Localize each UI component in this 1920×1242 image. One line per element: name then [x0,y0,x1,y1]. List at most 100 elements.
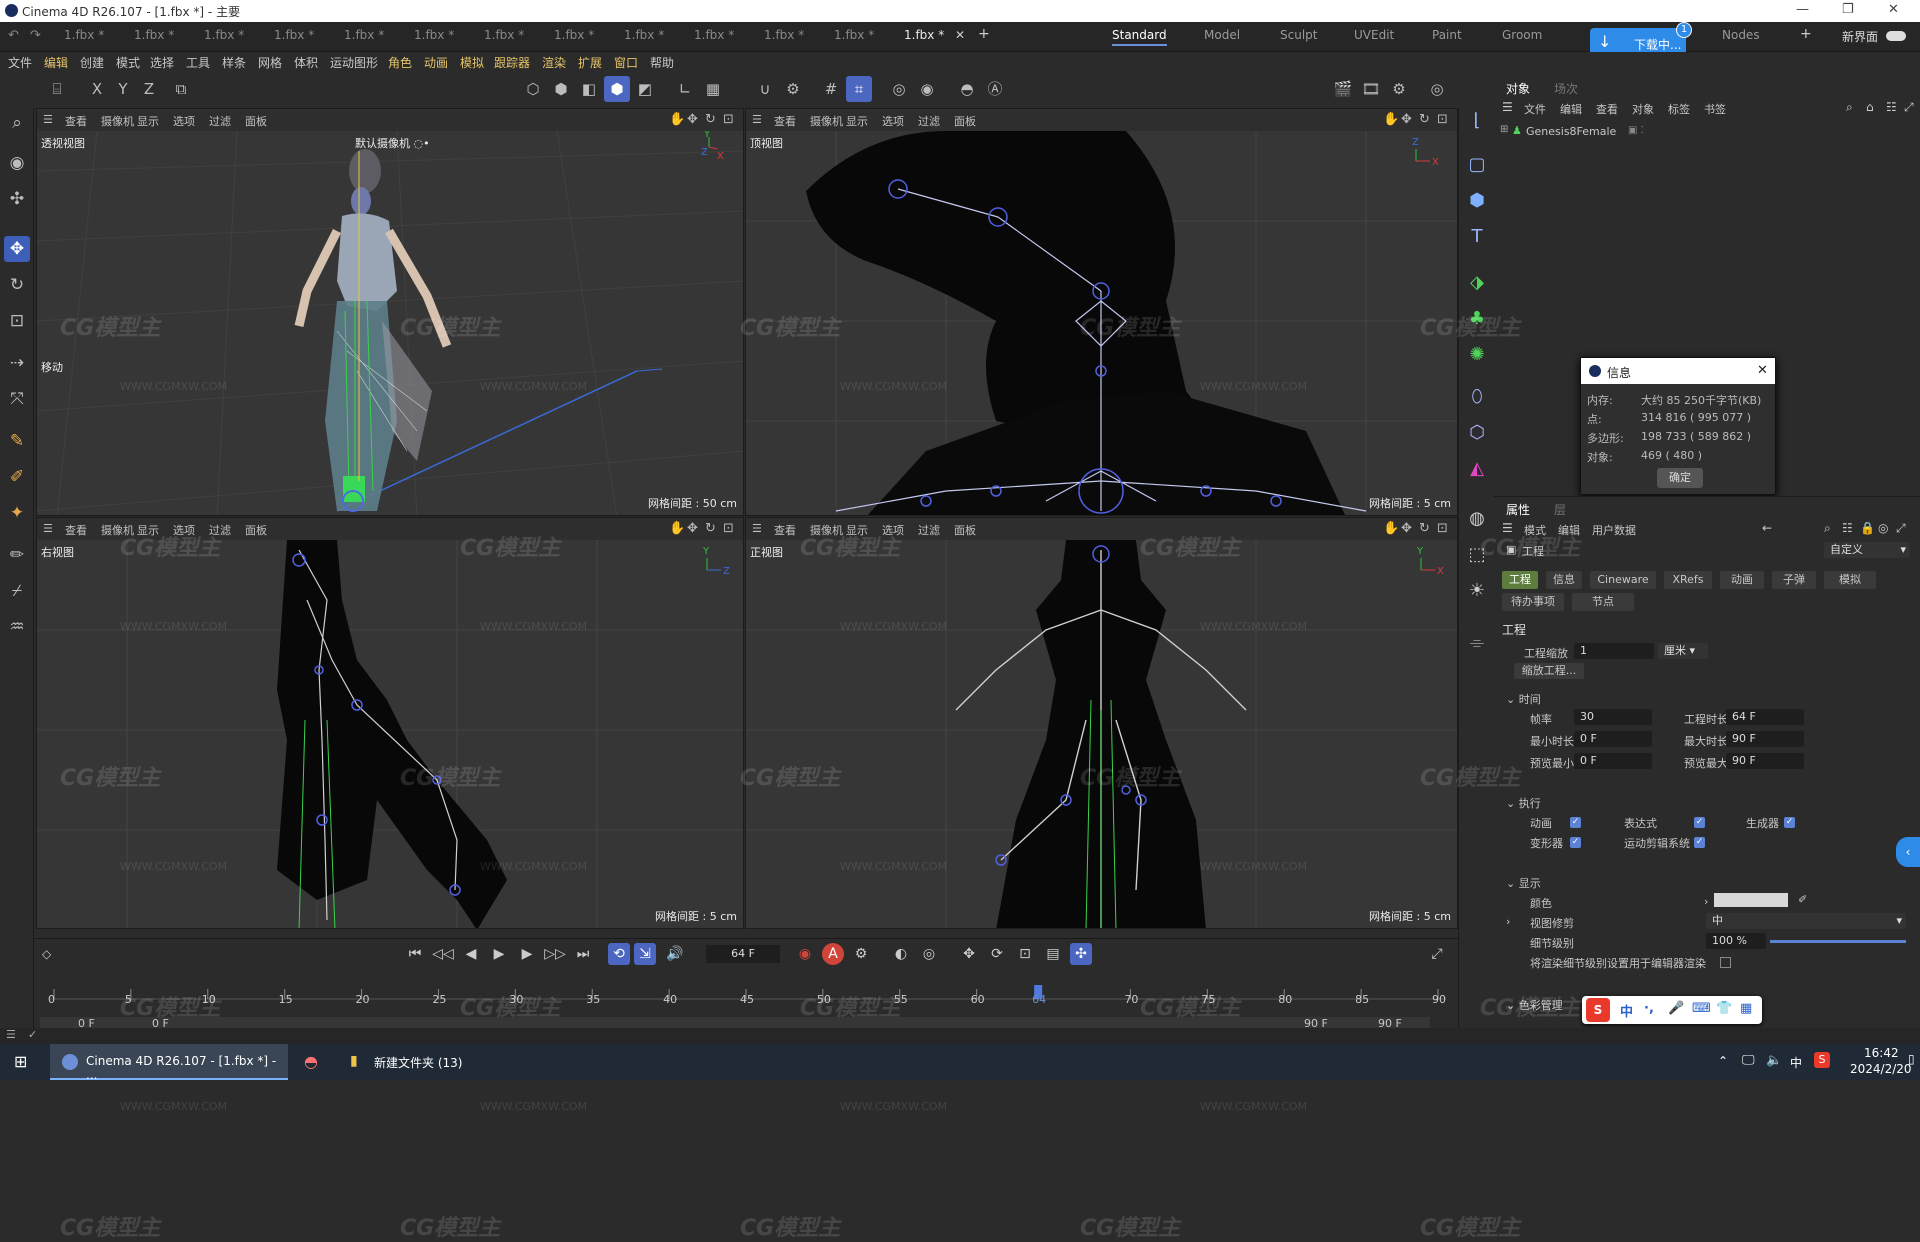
axis-y-toggle[interactable]: Y [110,76,136,102]
exec-group-toggle[interactable]: ⌄ 执行 [1506,795,1541,811]
workplane-icon[interactable]: ▦ [700,76,726,102]
null-object-icon[interactable]: ⌊ [1464,108,1490,134]
live-select-icon[interactable]: ✣ [4,186,30,212]
attr-subtab[interactable]: 工程 [1502,571,1538,589]
attr-subtab[interactable]: Cineware [1590,571,1656,589]
unit-dropdown[interactable]: 厘米 ▾ [1658,643,1708,659]
viewport-menu-item[interactable]: 查看 [774,113,796,129]
object-menu-item[interactable]: 书签 [1704,101,1726,117]
keyframe-settings-button[interactable]: ⚙ [850,943,872,965]
effector-icon[interactable]: ✺ [1464,342,1490,368]
viewport-menu-item[interactable]: 选项 [173,113,195,129]
layout-tab-paint[interactable]: Paint [1432,28,1462,42]
move-view-icon[interactable]: ✥ [1401,112,1412,127]
file-tab[interactable]: 1.fbx * [64,28,104,48]
key-param-button[interactable]: ⊡ [1014,943,1036,965]
file-tab[interactable]: 1.fbx * [274,28,314,48]
maximize-view-icon[interactable]: ⊡ [1437,521,1448,536]
search-icon[interactable]: ⌕ [1846,100,1853,115]
add-layout-icon[interactable]: + [1800,26,1812,42]
taskbar-app-cinema4d[interactable]: Cinema 4D R26.107 - [1.fbx *] - ... [50,1044,288,1082]
ime-button[interactable]: 🎤 [1668,1001,1684,1016]
menu-item[interactable]: 样条 [222,54,246,71]
menu-icon[interactable]: ☰ [6,1028,16,1041]
points-mode-icon[interactable]: ⬡ [520,76,546,102]
graph-editor-button[interactable]: ⤢ [1426,943,1448,965]
loop-button[interactable]: ⟲ [608,943,630,965]
ime-button[interactable]: 👕 [1716,1001,1732,1016]
key-position-button[interactable]: ◐ [890,943,912,965]
tab-takes[interactable]: 场次 [1554,80,1578,97]
environment-icon[interactable]: ◍ [1464,506,1490,532]
minimize-button[interactable]: — [1796,2,1809,17]
menu-item[interactable]: 模式 [116,54,140,71]
auto-icon[interactable]: Ⓐ [982,76,1008,102]
key-points-button[interactable]: ✣ [1070,943,1092,965]
prev-key-button[interactable]: ◁◁ [432,943,454,965]
object-menu-item[interactable]: 标签 [1668,101,1690,117]
viewport-menu-item[interactable]: 过滤 [918,522,940,538]
detail-field[interactable]: 100 % [1706,933,1766,949]
menu-item[interactable]: 帮助 [650,54,674,71]
file-tab[interactable]: 1.fbx * [484,28,524,48]
target-icon[interactable]: ◎ [1878,521,1888,535]
move-view-icon[interactable]: ✥ [687,112,698,127]
scale-project-button[interactable]: 缩放工程... [1514,663,1584,679]
edges-mode-icon[interactable]: ⬢ [548,76,574,102]
menu-item[interactable]: 窗口 [614,54,638,71]
preview-range-button[interactable]: ⇲ [634,943,656,965]
expand-toggle-icon[interactable]: ⊞ [1500,124,1508,135]
new-tab-icon[interactable]: + [978,26,990,42]
menu-item[interactable]: 跟踪器 [494,54,530,71]
ime-button[interactable]: ·, [1644,1001,1654,1016]
hamburger-icon[interactable]: ☰ [752,522,762,535]
exec-animation-checkbox[interactable]: ✓ [1570,817,1581,828]
max-time-field[interactable]: 90 F [1726,731,1804,747]
hand-pan-icon[interactable]: ✋ [1383,521,1399,536]
layout-tab-standard[interactable]: Standard [1112,28,1167,46]
volume-icon[interactable]: 🔈 [1766,1053,1782,1068]
taskbar-app-folder[interactable]: ▮ 新建文件夹 (13) [340,1044,530,1080]
min-time-field[interactable]: 0 F [1574,731,1652,747]
next-key-button[interactable]: ▷▷ [544,943,566,965]
lod-dropdown[interactable]: 中 ▾ [1706,913,1906,929]
transfer-icon[interactable]: ⇢ [4,350,30,376]
clock-time[interactable]: 16:42 [1864,1046,1899,1060]
display-group-toggle[interactable]: ⌄ 显示 [1506,875,1541,891]
move-view-icon[interactable]: ✥ [1401,521,1412,536]
tab-attributes[interactable]: 属性 [1506,501,1530,518]
menu-item[interactable]: 扩展 [578,54,602,71]
viewport-menu-item[interactable]: 面板 [954,113,976,129]
menu-item[interactable]: 动画 [424,54,448,71]
file-tab[interactable]: 1.fbx * [834,28,874,48]
menu-item[interactable]: 角色 [388,54,412,71]
restore-button[interactable]: ❐ [1842,2,1854,17]
file-tab[interactable]: 1.fbx * [344,28,384,48]
preview-max-field[interactable]: 90 F [1726,753,1804,769]
attr-subtab[interactable]: 动画 [1720,571,1764,589]
notification-icon[interactable]: ▯ [1908,1052,1915,1066]
scale-tool-icon[interactable]: ⊡ [4,308,30,334]
grid-snap-icon[interactable]: ⌗ [846,76,872,102]
axis-tool-icon[interactable]: ⤧ [4,386,30,412]
menu-item[interactable]: 工具 [186,54,210,71]
view-icon[interactable]: ◓ [954,76,980,102]
file-tab[interactable]: 1.fbx * [554,28,594,48]
go-to-start-button[interactable]: ⏮ [404,943,426,965]
prev-frame-button[interactable]: ◀ [460,943,482,965]
hand-pan-icon[interactable]: ✋ [669,112,685,127]
back-arrow-icon[interactable]: ← [1762,521,1772,535]
ime-button[interactable]: 中 [1620,1001,1633,1020]
home-icon[interactable]: ⌂ [1866,100,1874,114]
hand-pan-icon[interactable]: ✋ [669,521,685,536]
snap-settings-icon[interactable]: ⚙ [780,76,806,102]
attr-subtab[interactable]: 节点 [1572,593,1634,611]
hamburger-icon[interactable]: ☰ [43,113,53,126]
object-menu-item[interactable]: 文件 [1524,101,1546,117]
character-icon[interactable]: ◭ [1464,456,1490,482]
attr-subtab[interactable]: 信息 [1546,571,1582,589]
file-tab[interactable]: 1.fbx * [764,28,804,48]
exec-deformer-checkbox[interactable]: ✓ [1570,837,1581,848]
attr-subtab[interactable]: 待办事项 [1502,593,1564,611]
maximize-view-icon[interactable]: ⊡ [723,112,734,127]
